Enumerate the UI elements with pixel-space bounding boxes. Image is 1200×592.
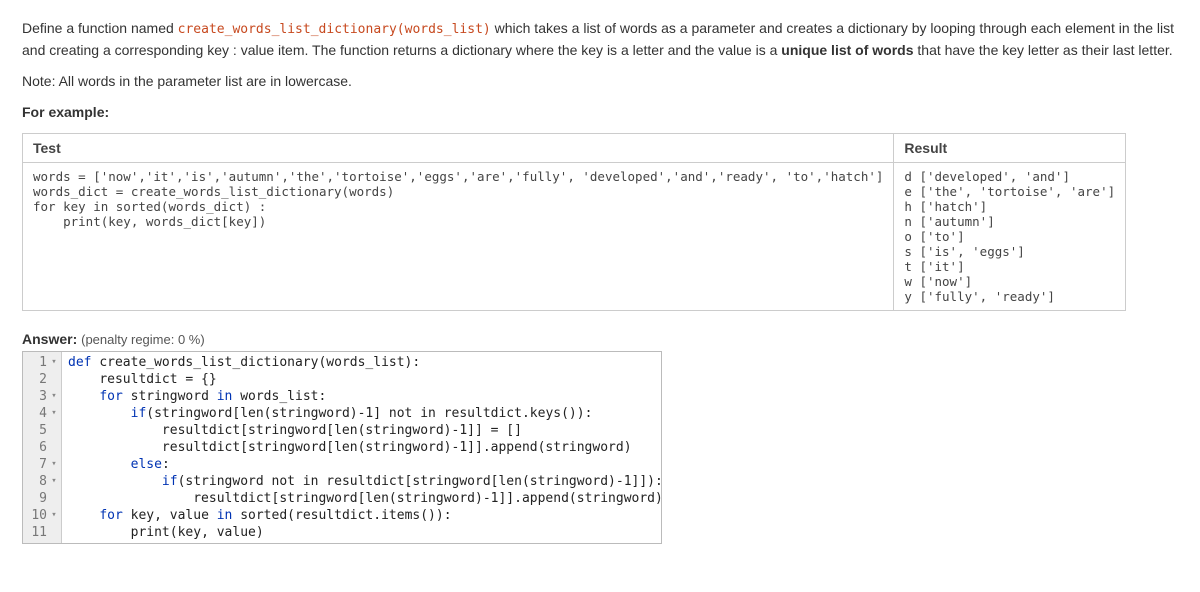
header-test: Test <box>23 133 894 162</box>
code-line[interactable]: for stringword in words_list: <box>68 388 663 405</box>
line-number: 8 <box>29 473 47 490</box>
line-number: 4 <box>29 405 47 422</box>
code-line[interactable]: if(stringword not in resultdict[stringwo… <box>68 473 663 490</box>
para1-pre: Define a function named <box>22 20 178 36</box>
code-line[interactable]: resultdict = {} <box>68 371 663 388</box>
line-number: 11 <box>29 524 47 541</box>
gutter-line: 1▾ <box>23 354 61 371</box>
editor-code-area[interactable]: def create_words_list_dictionary(words_l… <box>62 352 669 543</box>
question-para-1: Define a function named create_words_lis… <box>22 18 1178 61</box>
para1-tail: that have the key letter as their last l… <box>914 42 1173 58</box>
line-number: 5 <box>29 422 47 439</box>
table-header-row: Test Result <box>23 133 1126 162</box>
line-number: 3 <box>29 388 47 405</box>
gutter-line: 7▾ <box>23 456 61 473</box>
line-number: 1 <box>29 354 47 371</box>
code-line[interactable]: for key, value in sorted(resultdict.item… <box>68 507 663 524</box>
fold-toggle-icon[interactable]: ▾ <box>49 388 59 405</box>
line-number: 6 <box>29 439 47 456</box>
gutter-line: 6 <box>23 439 61 456</box>
code-line[interactable]: print(key, value) <box>68 524 663 541</box>
code-line[interactable]: resultdict[stringword[len(stringword)-1]… <box>68 490 663 507</box>
example-table: Test Result words = ['now','it','is','au… <box>22 133 1126 311</box>
cell-result: d ['developed', 'and'] e ['the', 'tortoi… <box>894 162 1126 310</box>
fold-toggle-icon[interactable]: ▾ <box>49 405 59 422</box>
code-line[interactable]: def create_words_list_dictionary(words_l… <box>68 354 663 371</box>
line-number: 7 <box>29 456 47 473</box>
gutter-line: 8▾ <box>23 473 61 490</box>
cell-test: words = ['now','it','is','autumn','the',… <box>23 162 894 310</box>
gutter-line: 4▾ <box>23 405 61 422</box>
fold-toggle-icon[interactable]: ▾ <box>49 354 59 371</box>
fold-toggle-icon[interactable]: ▾ <box>49 473 59 490</box>
table-row: words = ['now','it','is','autumn','the',… <box>23 162 1126 310</box>
code-line[interactable]: resultdict[stringword[len(stringword)-1]… <box>68 422 663 439</box>
question-para-2: Note: All words in the parameter list ar… <box>22 71 1178 92</box>
line-number: 10 <box>29 507 47 524</box>
code-line[interactable]: resultdict[stringword[len(stringword)-1]… <box>68 439 663 456</box>
code-line[interactable]: if(stringword[len(stringword)-1] not in … <box>68 405 663 422</box>
code-editor[interactable]: 1▾23▾4▾567▾8▾910▾11 def create_words_lis… <box>22 351 662 544</box>
para1-bold: unique list of words <box>781 42 913 58</box>
gutter-line: 9 <box>23 490 61 507</box>
for-example-label: For example: <box>22 102 1178 123</box>
inline-code: create_words_list_dictionary(words_list) <box>178 22 491 37</box>
penalty-label: (penalty regime: 0 %) <box>81 332 205 347</box>
gutter-line: 5 <box>23 422 61 439</box>
answer-label: Answer: <box>22 331 77 347</box>
line-number: 2 <box>29 371 47 388</box>
editor-gutter: 1▾23▾4▾567▾8▾910▾11 <box>23 352 62 543</box>
line-number: 9 <box>29 490 47 507</box>
answer-header: Answer: (penalty regime: 0 %) <box>22 331 1178 347</box>
question-block: Define a function named create_words_lis… <box>22 18 1178 123</box>
code-line[interactable]: else: <box>68 456 663 473</box>
gutter-line: 3▾ <box>23 388 61 405</box>
header-result: Result <box>894 133 1126 162</box>
gutter-line: 2 <box>23 371 61 388</box>
gutter-line: 10▾ <box>23 507 61 524</box>
fold-toggle-icon[interactable]: ▾ <box>49 456 59 473</box>
gutter-line: 11 <box>23 524 61 541</box>
fold-toggle-icon[interactable]: ▾ <box>49 507 59 524</box>
